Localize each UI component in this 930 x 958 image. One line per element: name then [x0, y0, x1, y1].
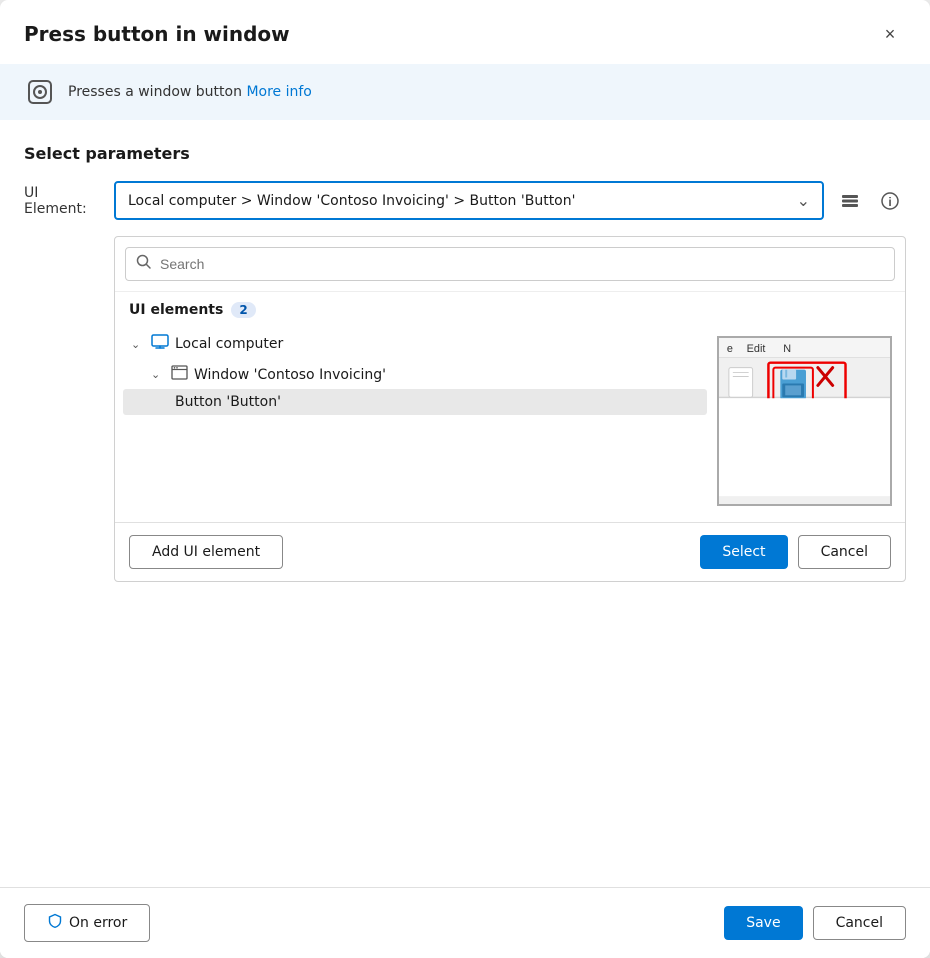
svg-text:i: i — [888, 195, 891, 209]
more-info-link[interactable]: More info — [246, 84, 311, 100]
info-text: Presses a window button More info — [68, 84, 312, 100]
add-ui-element-button[interactable]: Add UI element — [129, 535, 283, 569]
dialog-header: Press button in window × — [0, 0, 930, 64]
search-box — [115, 237, 905, 292]
tree-area: ⌄ Local computer ⌄ — [115, 328, 905, 522]
footer-left: On error — [24, 904, 150, 942]
ui-elements-count: 2 — [231, 302, 255, 318]
svg-text:N: N — [783, 343, 791, 355]
on-error-label: On error — [69, 915, 127, 931]
close-button[interactable]: × — [874, 18, 906, 50]
preview-area: e Edit N — [715, 328, 905, 514]
window-icon — [171, 365, 188, 384]
search-icon — [136, 254, 152, 274]
dropdown-panel: UI elements 2 ⌄ — [114, 236, 906, 582]
dialog-footer: On error Save Cancel — [0, 887, 930, 958]
layers-button[interactable] — [834, 185, 866, 217]
expand-icon-2: ⌄ — [151, 368, 165, 381]
ui-element-label: UI Element: — [24, 185, 104, 217]
select-button[interactable]: Select — [700, 535, 787, 569]
search-input-wrap[interactable] — [125, 247, 895, 281]
save-button[interactable]: Save — [724, 906, 802, 940]
ui-elements-label: UI elements — [129, 302, 223, 318]
svg-text:e: e — [726, 343, 732, 355]
tree-list: ⌄ Local computer ⌄ — [115, 328, 715, 514]
ui-elements-header: UI elements 2 — [115, 292, 905, 328]
on-error-button[interactable]: On error — [24, 904, 150, 942]
ui-element-field-row: UI Element: Local computer > Window 'Con… — [24, 181, 906, 220]
tree-item-button[interactable]: Button 'Button' — [123, 389, 707, 415]
info-bar: Presses a window button More info — [0, 64, 930, 120]
expand-icon: ⌄ — [131, 338, 145, 351]
field-actions: i — [834, 185, 906, 217]
preview-svg: e Edit N — [719, 337, 890, 505]
shield-icon — [47, 913, 63, 933]
preview-image: e Edit N — [717, 336, 892, 506]
footer-right: Save Cancel — [724, 906, 906, 940]
svg-text:Edit: Edit — [746, 343, 765, 355]
window-label: Window 'Contoso Invoicing' — [194, 367, 386, 383]
tree-item-local-computer[interactable]: ⌄ Local computer — [123, 328, 707, 360]
local-computer-label: Local computer — [175, 336, 283, 352]
dialog-body: Select parameters UI Element: Local comp… — [0, 120, 930, 887]
dropdown-footer: Add UI element Select Cancel — [115, 522, 905, 581]
section-title: Select parameters — [24, 144, 906, 163]
search-input[interactable] — [160, 256, 884, 272]
chevron-down-icon: ⌄ — [797, 191, 810, 210]
button-item-label: Button 'Button' — [175, 394, 281, 410]
press-button-icon — [24, 76, 56, 108]
dialog-container: Press button in window × Presses a windo… — [0, 0, 930, 958]
dropdown-cancel-button[interactable]: Cancel — [798, 535, 891, 569]
tree-item-window[interactable]: ⌄ Window 'Contoso Invoicing' — [123, 360, 707, 389]
ui-element-dropdown[interactable]: Local computer > Window 'Contoso Invoici… — [114, 181, 824, 220]
ui-element-value: Local computer > Window 'Contoso Invoici… — [128, 193, 575, 209]
info-button[interactable]: i — [874, 185, 906, 217]
computer-icon — [151, 333, 169, 355]
dialog-title: Press button in window — [24, 22, 290, 46]
cancel-button[interactable]: Cancel — [813, 906, 906, 940]
